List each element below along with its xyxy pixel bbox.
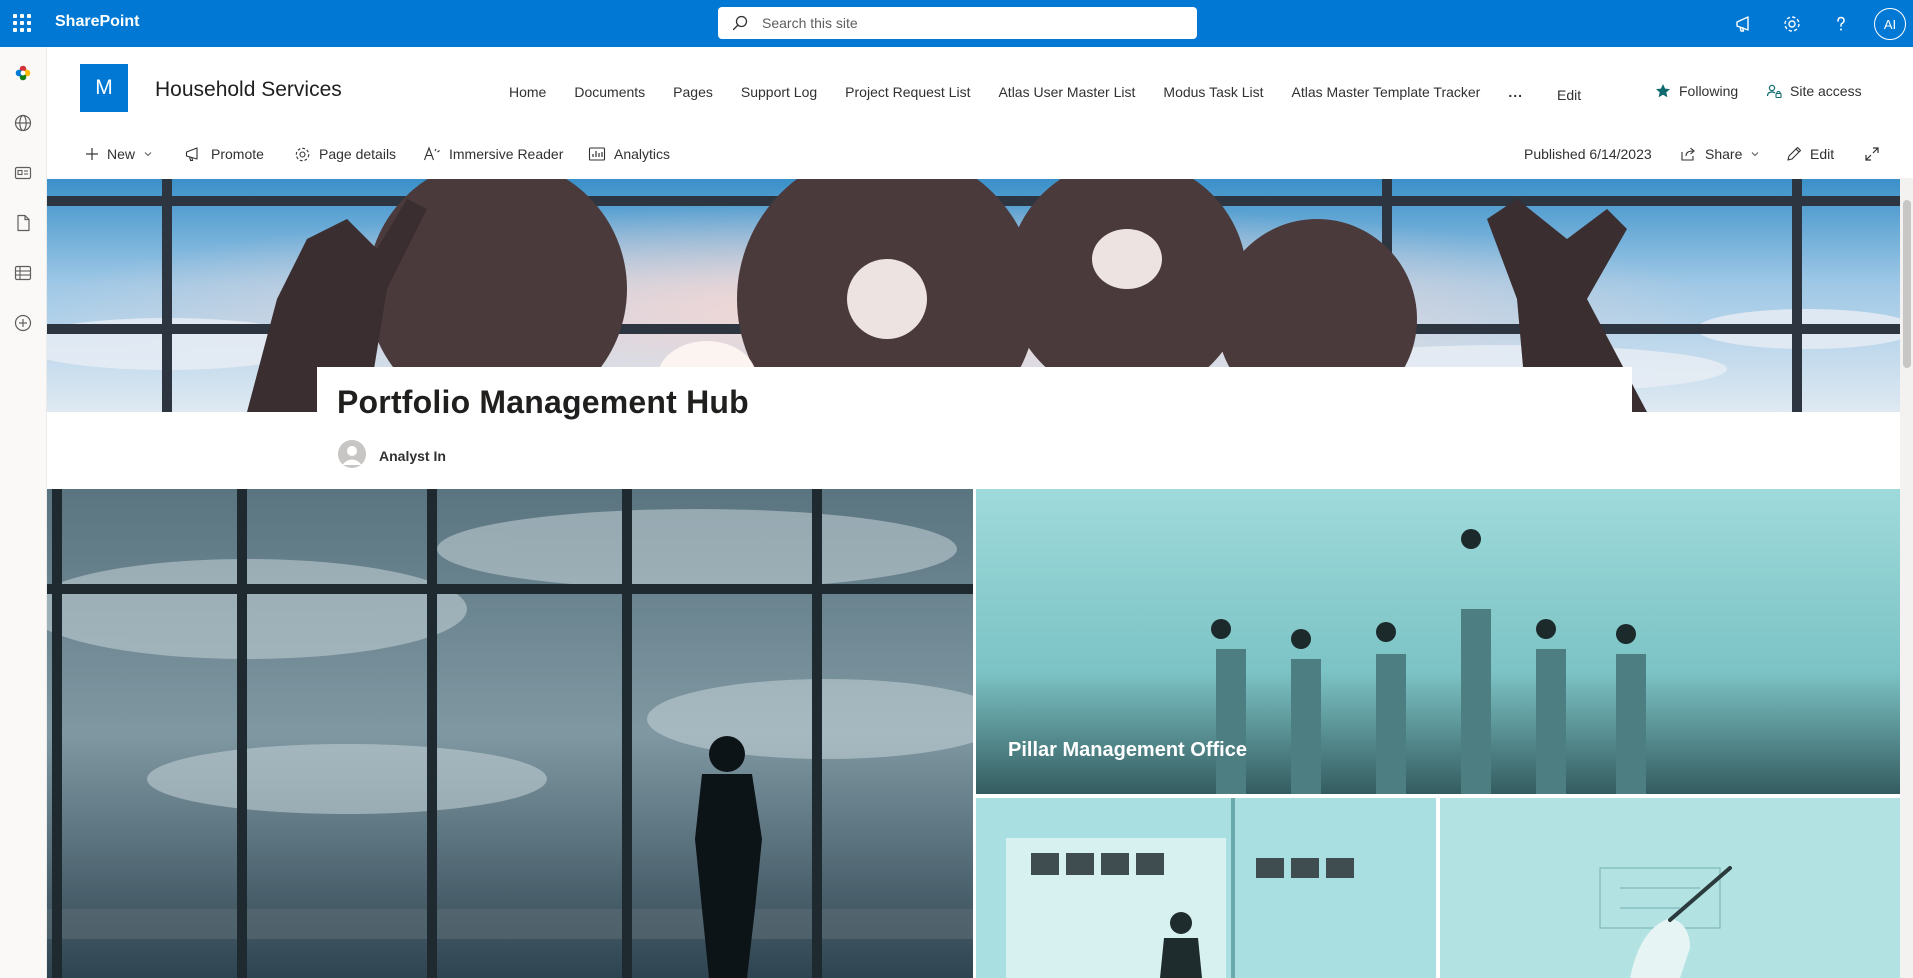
hero-tile-2-title: Pillar Management Office bbox=[1008, 739, 1247, 761]
plus-icon bbox=[86, 148, 98, 160]
account-avatar[interactable]: AI bbox=[1874, 8, 1906, 40]
following-label: Following bbox=[1679, 83, 1739, 99]
author-avatar[interactable] bbox=[338, 440, 366, 468]
file-icon[interactable] bbox=[11, 211, 35, 235]
published-status: Published 6/14/2023 bbox=[1524, 146, 1652, 162]
pencil-icon bbox=[1787, 146, 1802, 161]
sharepoint-brand-link[interactable]: SharePoint bbox=[55, 13, 139, 31]
chevron-down-icon bbox=[1751, 152, 1759, 157]
megaphone-icon[interactable] bbox=[1731, 11, 1757, 37]
analytics-label: Analytics bbox=[614, 146, 671, 162]
nav-item-project-request-list[interactable]: Project Request List bbox=[845, 84, 970, 100]
hero-tile-1[interactable] bbox=[47, 489, 973, 978]
page-details-label: Page details bbox=[319, 146, 397, 162]
nav-item-modus-task-list[interactable]: Modus Task List bbox=[1163, 84, 1263, 100]
settings-gear-icon[interactable] bbox=[1779, 11, 1805, 37]
hero-tile-3[interactable] bbox=[976, 798, 1436, 978]
expand-icon[interactable] bbox=[1864, 143, 1880, 165]
nav-item-atlas-user-master-list[interactable]: Atlas User Master List bbox=[998, 84, 1135, 100]
immersive-reader-label: Immersive Reader bbox=[449, 146, 564, 162]
nav-item-atlas-master-template-tracker[interactable]: Atlas Master Template Tracker bbox=[1292, 84, 1481, 100]
suite-bar: SharePoint AI bbox=[0, 0, 1913, 47]
edit-button[interactable]: Edit bbox=[1786, 143, 1834, 165]
page-title: Portfolio Management Hub bbox=[337, 384, 749, 420]
share-icon bbox=[1681, 147, 1695, 161]
site-title[interactable]: Household Services bbox=[155, 78, 342, 102]
search-icon bbox=[732, 15, 748, 31]
promote-button[interactable]: Promote bbox=[185, 143, 264, 165]
page-scrollbar-thumb[interactable] bbox=[1903, 200, 1911, 368]
news-icon[interactable] bbox=[11, 161, 35, 185]
nav-item-support-log[interactable]: Support Log bbox=[741, 84, 817, 100]
gear-icon bbox=[295, 147, 310, 161]
site-access-button[interactable]: Site access bbox=[1766, 83, 1862, 99]
hero-tile-2[interactable]: Pillar Management Office bbox=[976, 489, 1900, 794]
search-input[interactable] bbox=[762, 7, 1182, 39]
new-label: New bbox=[107, 146, 136, 162]
create-icon[interactable] bbox=[11, 311, 35, 335]
app-launcher-icon[interactable] bbox=[11, 12, 33, 34]
site-access-label: Site access bbox=[1790, 83, 1862, 99]
sharepoint-home-icon[interactable] bbox=[11, 61, 35, 85]
people-lock-icon bbox=[1766, 84, 1782, 99]
list-icon[interactable] bbox=[11, 261, 35, 285]
immersive-reader-icon bbox=[423, 146, 440, 161]
help-icon[interactable] bbox=[1828, 11, 1854, 37]
chevron-down-icon bbox=[144, 152, 152, 157]
analytics-icon bbox=[588, 147, 606, 161]
nav-more-button[interactable]: ... bbox=[1508, 84, 1523, 100]
star-icon bbox=[1656, 84, 1670, 98]
promote-label: Promote bbox=[211, 146, 264, 162]
hero-tile-4[interactable] bbox=[1440, 798, 1900, 978]
nav-edit-link[interactable]: Edit bbox=[1557, 87, 1581, 103]
nav-item-home[interactable]: Home bbox=[509, 84, 546, 100]
app-bar bbox=[0, 47, 47, 978]
analytics-button[interactable]: Analytics bbox=[588, 143, 670, 165]
author-name[interactable]: Analyst In bbox=[379, 448, 446, 464]
edit-label: Edit bbox=[1810, 146, 1835, 162]
share-label: Share bbox=[1705, 146, 1743, 162]
nav-item-pages[interactable]: Pages bbox=[673, 84, 713, 100]
globe-icon[interactable] bbox=[11, 111, 35, 135]
following-button[interactable]: Following bbox=[1655, 83, 1738, 99]
share-button[interactable]: Share bbox=[1680, 143, 1760, 165]
immersive-reader-button[interactable]: Immersive Reader bbox=[423, 143, 563, 165]
site-navigation: Home Documents Pages Support Log Project… bbox=[509, 84, 1609, 103]
nav-item-documents[interactable]: Documents bbox=[574, 84, 645, 100]
megaphone-icon bbox=[185, 147, 198, 162]
search-box[interactable] bbox=[718, 7, 1197, 39]
page-details-button[interactable]: Page details bbox=[294, 143, 396, 165]
new-button[interactable]: New bbox=[85, 143, 153, 165]
site-logo[interactable]: M bbox=[80, 64, 128, 112]
